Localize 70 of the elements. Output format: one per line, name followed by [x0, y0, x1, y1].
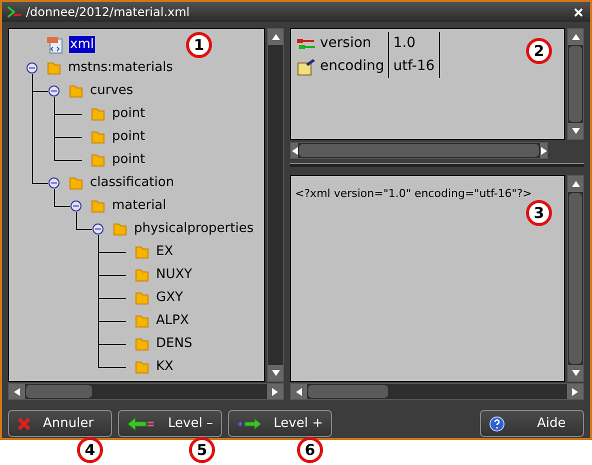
tree-item[interactable]: point — [111, 151, 146, 168]
folder-icon — [134, 336, 150, 352]
collapse-icon[interactable] — [48, 84, 60, 96]
folder-icon — [134, 290, 150, 306]
xml-declaration: <?xml version="1.0" encoding="utf-16"?> — [295, 187, 532, 200]
folder-icon — [90, 128, 106, 144]
xml-document-icon — [46, 36, 64, 54]
tree-item[interactable]: GXY — [155, 289, 184, 306]
scroll-down-icon[interactable] — [272, 370, 280, 376]
folder-icon — [68, 174, 84, 190]
help-icon — [489, 416, 505, 432]
level-up-button[interactable]: Level + — [228, 410, 332, 437]
vertical-scrollbar[interactable] — [567, 28, 584, 140]
folder-icon — [134, 266, 150, 282]
attribute-name: version — [320, 32, 389, 55]
tree-item[interactable]: physicalproperties — [133, 220, 255, 237]
tree-item[interactable]: KX — [155, 358, 174, 375]
tree-item[interactable]: xml — [69, 36, 95, 53]
callout-number: 6 — [297, 437, 323, 463]
app-icon — [6, 5, 22, 19]
help-button[interactable]: Aide — [480, 410, 584, 437]
scroll-left-icon[interactable] — [14, 388, 20, 396]
folder-icon — [134, 358, 150, 374]
tree-item[interactable]: EX — [155, 243, 174, 260]
folder-icon — [68, 82, 84, 98]
collapse-icon[interactable] — [26, 62, 38, 74]
vertical-scrollbar[interactable] — [267, 28, 284, 382]
folder-icon — [90, 198, 106, 214]
close-icon — [17, 416, 31, 430]
attribute-name: encoding — [320, 55, 389, 78]
folder-icon — [112, 220, 128, 236]
collapse-icon[interactable] — [48, 176, 60, 188]
level-down-button[interactable]: Level – — [118, 410, 222, 437]
tree-item[interactable]: point — [111, 128, 146, 145]
close-icon — [574, 8, 582, 16]
folder-icon — [134, 312, 150, 328]
tree-item[interactable]: material — [111, 197, 168, 214]
arrow-left-icon — [127, 414, 156, 432]
cancel-button[interactable]: Annuler — [8, 410, 112, 437]
tree-item[interactable]: curves — [89, 82, 134, 99]
folder-icon — [46, 60, 62, 76]
vertical-scrollbar[interactable] — [567, 175, 584, 382]
tree-item[interactable]: ALPX — [155, 312, 190, 329]
attribute-value: utf-16 — [388, 55, 440, 78]
scroll-left-icon[interactable] — [296, 388, 302, 396]
folder-icon — [90, 152, 106, 168]
horizontal-scrollbar[interactable] — [8, 383, 284, 400]
scroll-right-icon[interactable] — [272, 388, 278, 396]
collapse-icon[interactable] — [70, 200, 82, 212]
collapse-icon[interactable] — [92, 222, 104, 234]
horizontal-scrollbar[interactable] — [290, 383, 584, 400]
scroll-up-icon[interactable] — [572, 34, 580, 40]
tree-item[interactable]: point — [111, 105, 146, 122]
scroll-down-icon[interactable] — [572, 128, 580, 134]
window-title: /donnee/2012/material.xml — [26, 4, 191, 21]
tree-item[interactable]: NUXY — [155, 266, 194, 283]
folder-icon — [134, 244, 150, 260]
horizontal-scrollbar[interactable] — [290, 142, 548, 159]
tree-item[interactable]: DENS — [155, 335, 194, 352]
scroll-up-icon[interactable] — [572, 181, 580, 187]
callout-number: 4 — [77, 437, 103, 463]
scroll-down-icon[interactable] — [572, 370, 580, 376]
document-edit-icon — [296, 58, 316, 76]
tree-item[interactable]: classification — [89, 174, 176, 191]
folder-icon — [90, 106, 106, 122]
callout-number: 5 — [189, 437, 215, 463]
scroll-right-icon[interactable] — [572, 388, 578, 396]
tree-item[interactable]: mstns:materials — [67, 59, 174, 76]
attribute-value: 1.0 — [388, 32, 440, 55]
scroll-up-icon[interactable] — [272, 34, 280, 40]
